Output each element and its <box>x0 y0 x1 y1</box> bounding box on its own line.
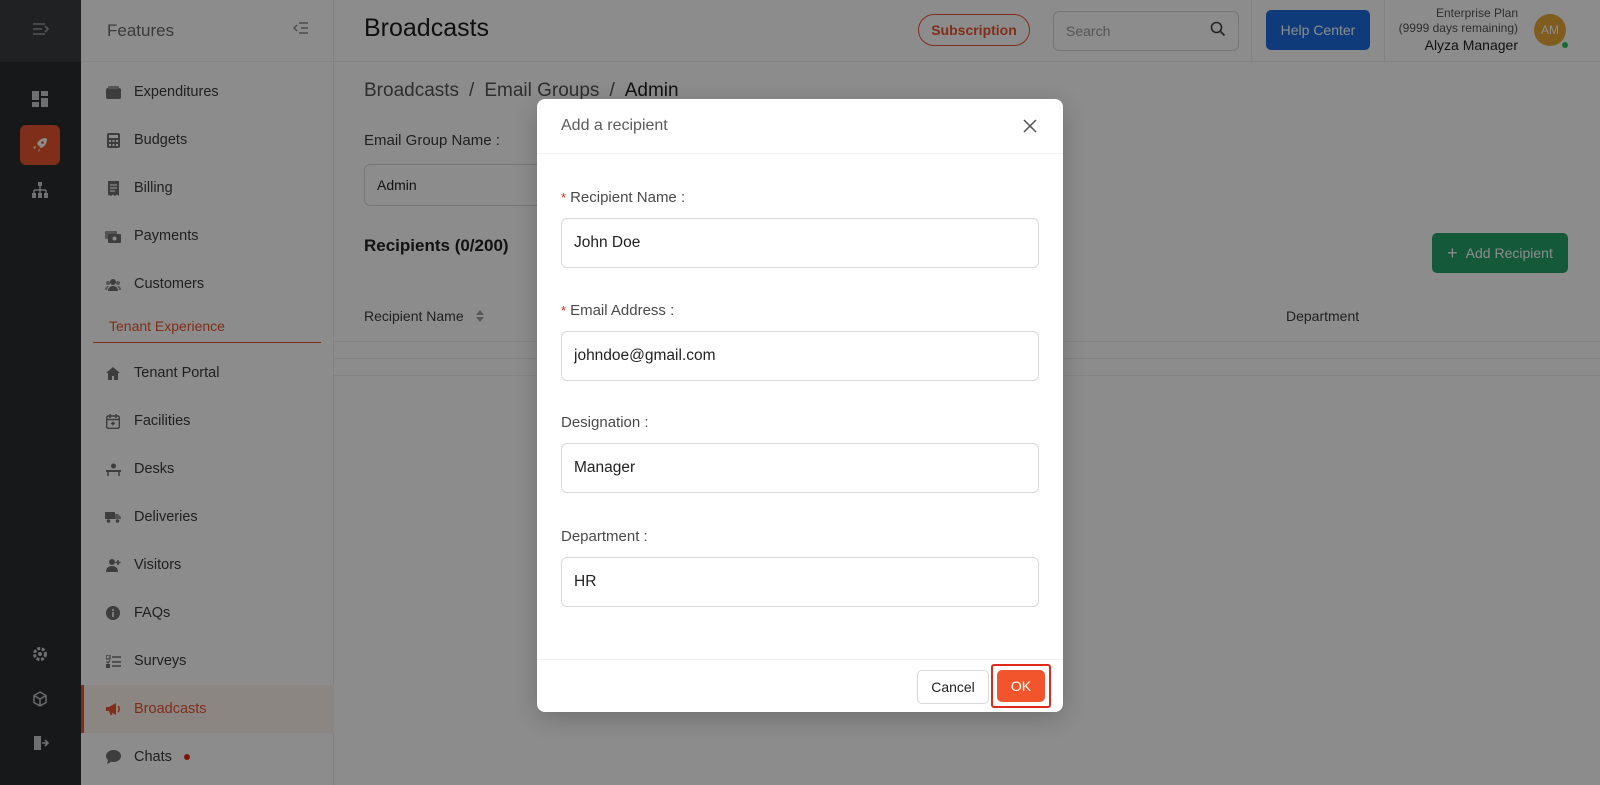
email-address-field: * Email Address : <box>561 302 1039 381</box>
cancel-button[interactable]: Cancel <box>917 670 989 704</box>
email-address-label: * Email Address : <box>561 302 675 319</box>
designation-input[interactable] <box>561 443 1039 493</box>
designation-field: Designation : <box>561 414 1039 493</box>
close-icon[interactable] <box>1021 117 1039 135</box>
designation-label: Designation : <box>561 414 649 431</box>
department-label: Department : <box>561 528 648 545</box>
modal-header: Add a recipient <box>537 99 1063 154</box>
ok-button[interactable]: OK <box>997 670 1045 702</box>
modal-title: Add a recipient <box>561 117 668 134</box>
recipient-name-label: * Recipient Name : <box>561 189 686 206</box>
recipient-name-input[interactable] <box>561 218 1039 268</box>
email-address-input[interactable] <box>561 331 1039 381</box>
recipient-name-field: * Recipient Name : <box>561 189 1039 268</box>
department-input[interactable] <box>561 557 1039 607</box>
department-field: Department : <box>561 528 1039 607</box>
modal-footer: Cancel OK <box>537 659 1063 712</box>
add-recipient-modal: Add a recipient *Recipient Name : *Email… <box>537 99 1063 712</box>
